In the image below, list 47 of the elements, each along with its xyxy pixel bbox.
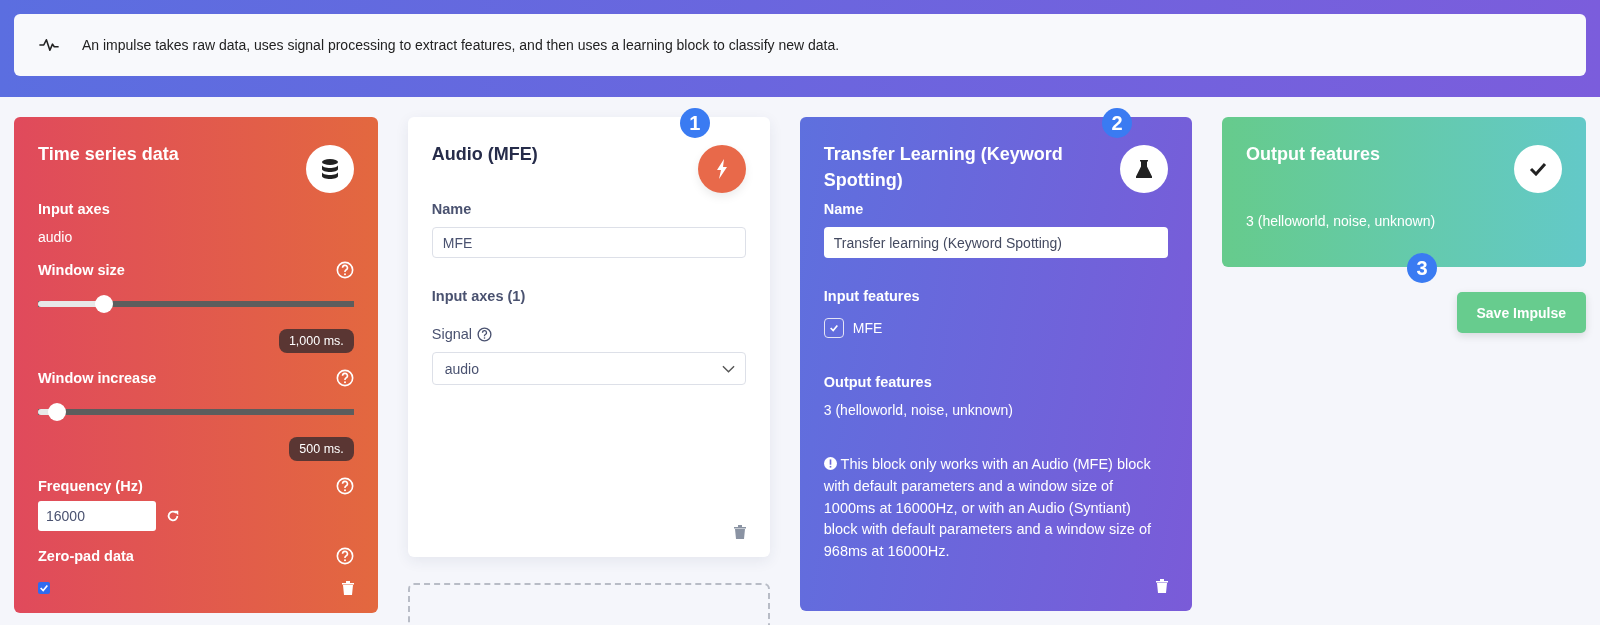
axis-value: audio: [38, 229, 74, 245]
trash-icon[interactable]: [341, 581, 354, 595]
signal-select[interactable]: audio: [431, 352, 746, 385]
database-icon: [305, 145, 354, 193]
field-label: Window size: [38, 262, 125, 278]
slider-thumb[interactable]: [47, 403, 66, 421]
flask-icon: [1120, 145, 1169, 193]
chevron-down-icon: [721, 364, 735, 373]
trash-icon[interactable]: [733, 525, 746, 539]
field-label: Zero-pad data: [38, 548, 134, 564]
field-label: Window increase: [38, 370, 157, 386]
field-label: Name: [823, 201, 865, 217]
slider-thumb[interactable]: [95, 295, 114, 313]
frequency-input[interactable]: 16000: [38, 501, 156, 531]
zero-pad-checkbox[interactable]: [38, 582, 50, 594]
help-icon[interactable]: [477, 326, 493, 342]
output-features-value: 3 (helloworld, noise, unknown): [823, 402, 1014, 418]
warning-icon: [823, 457, 837, 470]
slider-reading: 500 ms.: [289, 437, 354, 461]
card-title: Transfer Learning (Keyword Spotting): [823, 143, 1064, 193]
section-label: Output features: [823, 374, 933, 390]
section-label: Input axes (1): [431, 288, 527, 304]
name-input[interactable]: Transfer learning (Keyword Spotting): [823, 227, 1169, 258]
feature-checkbox[interactable]: [823, 318, 844, 338]
checkmark-icon: [828, 323, 839, 333]
card-title: Time series data: [38, 143, 179, 166]
step-badge: 3: [1407, 253, 1438, 283]
feature-label: MFE: [852, 320, 883, 336]
field-label: Signal: [431, 326, 473, 342]
card-title: Audio (MFE): [431, 143, 538, 166]
output-features-value: 3 (helloworld, noise, unknown): [1246, 213, 1437, 229]
trash-icon[interactable]: [1156, 579, 1169, 593]
slider-reading: 1,000 ms.: [278, 329, 354, 353]
field-label: Input axes: [38, 201, 111, 217]
field-label: Name: [431, 201, 473, 217]
card-title: Output features: [1246, 143, 1381, 166]
section-label: Input features: [823, 288, 921, 304]
checkmark-icon: [1514, 145, 1562, 193]
field-label: Frequency (Hz): [38, 478, 143, 494]
reset-icon[interactable]: [166, 509, 180, 523]
banner-text: An impulse takes raw data, uses signal processing to extract features, and then uses a learning block to classify new data.: [82, 37, 840, 53]
lightning-icon: [697, 145, 746, 193]
warning-text: This block only works with an Audio (MFE) block with default parameters and a window size of 1000ms at 16000Hz, or with an Audio (Syntiant) block with default parameters and a window size of 968ms at 16000Hz.: [823, 455, 1152, 561]
step-badge: 2: [1102, 108, 1133, 138]
name-input[interactable]: MFE: [431, 227, 746, 258]
pulse-icon: [38, 38, 60, 52]
step-badge: 1: [679, 108, 710, 138]
